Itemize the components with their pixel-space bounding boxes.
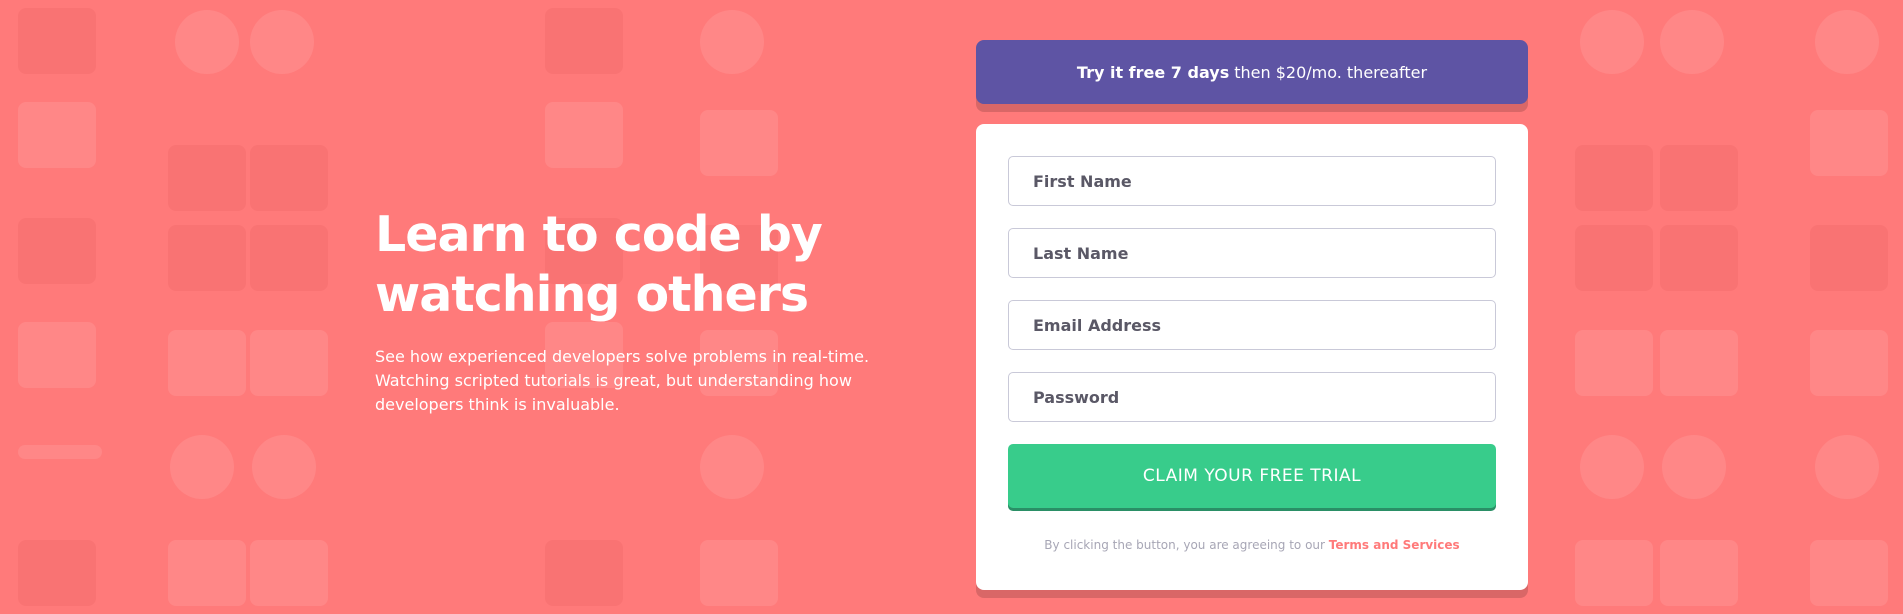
headset-icon xyxy=(700,10,764,74)
browser-search-icon xyxy=(18,322,96,388)
gear-icon xyxy=(170,435,234,499)
headset-icon xyxy=(175,10,239,74)
calendar-icon xyxy=(168,540,246,606)
pencil-icon xyxy=(1810,330,1888,396)
trial-banner-bold: Try it free 7 days xyxy=(1076,62,1230,82)
headset-icon xyxy=(1815,10,1879,74)
bar-chart-icon xyxy=(1810,225,1888,291)
browser-home-icon xyxy=(18,540,96,606)
rocket-icon xyxy=(1660,330,1738,396)
bar-chart-icon xyxy=(250,225,328,291)
gear-icon xyxy=(700,435,764,499)
thumbs-up-icon xyxy=(1575,145,1653,211)
first-name-input[interactable] xyxy=(1008,156,1496,206)
terms-link[interactable]: Terms and Services xyxy=(1329,538,1460,552)
terms-text: By clicking the button, you are agreeing… xyxy=(1044,538,1325,552)
toolbox-icon xyxy=(545,8,623,74)
thumbs-up-icon xyxy=(545,102,623,168)
folder-gear-icon xyxy=(18,218,96,284)
network-icon xyxy=(1810,110,1888,176)
bar-chart-icon xyxy=(168,225,246,291)
thumbs-up-icon xyxy=(168,145,246,211)
thumbs-up-icon xyxy=(250,145,328,211)
background-pattern xyxy=(0,0,1903,614)
hero-description: See how experienced developers solve pro… xyxy=(375,347,870,414)
browser-home-icon xyxy=(545,540,623,606)
toolbox-icon xyxy=(18,8,96,74)
calendar-icon xyxy=(1660,540,1738,606)
bar-chart-icon xyxy=(1660,225,1738,291)
hero-title: Learn to code by watching others xyxy=(375,206,823,323)
password-input[interactable] xyxy=(1008,372,1496,422)
trial-banner-rest: then $20/mo. thereafter xyxy=(1234,62,1428,82)
claim-trial-button[interactable]: CLAIM YOUR FREE TRIAL xyxy=(1008,444,1496,508)
trial-banner: Try it free 7 days then $20/mo. thereaft… xyxy=(976,40,1528,104)
calendar-icon xyxy=(1575,540,1653,606)
gear-icon xyxy=(1580,435,1644,499)
gear-icon xyxy=(252,435,316,499)
gear-icon xyxy=(1815,435,1879,499)
signup-form: CLAIM YOUR FREE TRIAL By clicking the bu… xyxy=(976,124,1528,590)
calendar-icon xyxy=(700,540,778,606)
last-name-input[interactable] xyxy=(1008,228,1496,278)
thumbs-up-icon xyxy=(18,102,96,168)
key-icon xyxy=(18,445,102,459)
gear-icon xyxy=(1662,435,1726,499)
headset-icon xyxy=(250,10,314,74)
headset-icon xyxy=(1660,10,1724,74)
rocket-icon xyxy=(168,330,246,396)
rocket-icon xyxy=(250,330,328,396)
hero-section: Learn to code by watching others See how… xyxy=(375,205,895,417)
bar-chart-icon xyxy=(1575,225,1653,291)
headset-icon xyxy=(1580,10,1644,74)
network-icon xyxy=(700,110,778,176)
calendar-icon xyxy=(1810,540,1888,606)
thumbs-up-icon xyxy=(1660,145,1738,211)
rocket-icon xyxy=(1575,330,1653,396)
calendar-icon xyxy=(250,540,328,606)
email-input[interactable] xyxy=(1008,300,1496,350)
terms-notice: By clicking the button, you are agreeing… xyxy=(1008,538,1496,552)
